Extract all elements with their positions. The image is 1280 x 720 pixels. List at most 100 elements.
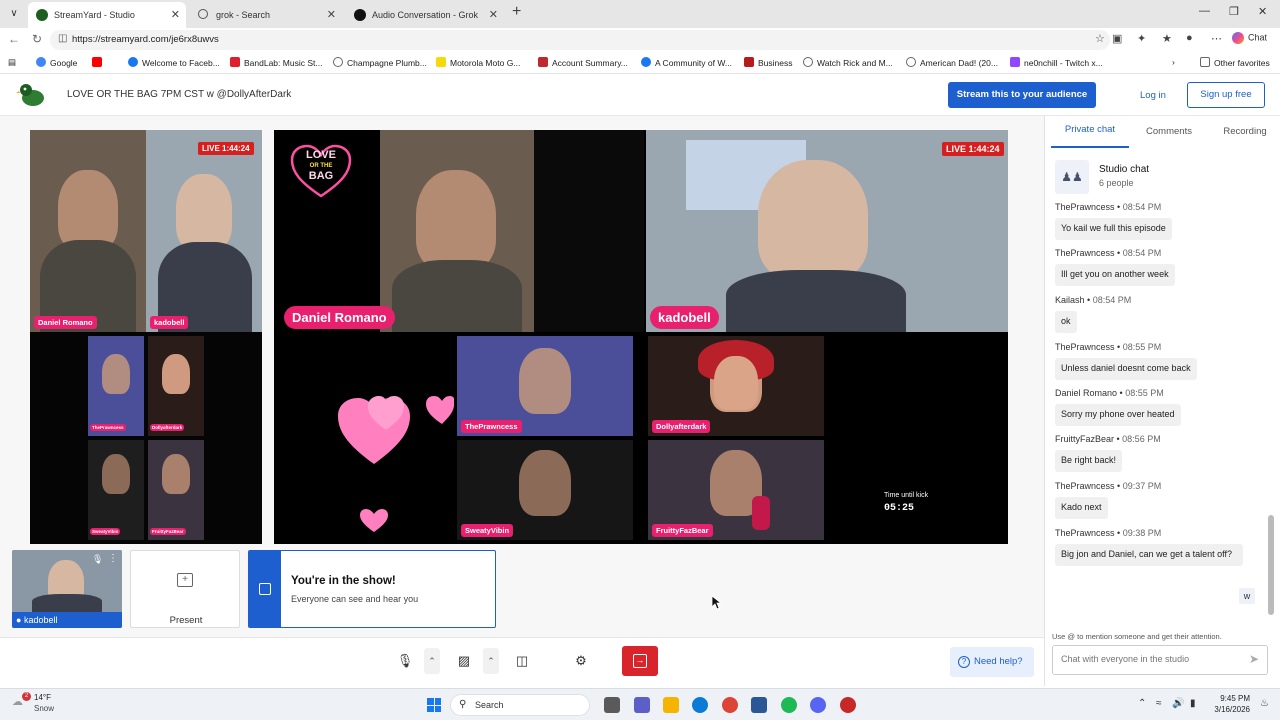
fav-youtube[interactable] [92,57,106,68]
close-tab-icon[interactable]: ✕ [171,2,180,28]
close-tab-icon[interactable]: ✕ [327,2,336,28]
leave-studio-button[interactable]: → [622,646,658,676]
taskbar-clock[interactable]: 9:45 PM 3/16/2026 [1210,694,1250,716]
self-camera-tile[interactable]: 🎙 ⋮ ● kadobell [12,550,122,628]
people-group-icon: ♟♟ [1055,160,1089,194]
fav-google[interactable]: Google [36,57,77,68]
in-show-subtitle: Everyone can see and hear you [291,594,419,604]
tab-grok-search[interactable]: grok - Search ✕ [190,2,342,28]
signup-button[interactable]: Sign up free [1187,82,1265,108]
self-name-label: kadobell [23,615,58,625]
tab-actions-menu-icon[interactable]: ∨ [4,5,24,23]
favorite-star-icon[interactable]: ☆ [1095,32,1105,45]
discord-icon[interactable] [810,697,826,713]
fav-motorola[interactable]: Motorola Moto G... [436,57,520,68]
fav-bandlab[interactable]: BandLab: Music St... [230,57,322,68]
folder-icon [1200,57,1210,67]
self-options-icon[interactable]: ⋮ [108,553,118,564]
app-icon[interactable] [840,697,856,713]
youtube-icon [92,57,102,67]
teams-icon[interactable] [634,697,650,713]
message-time: 08:55 PM [1122,342,1162,352]
fav-american-dad[interactable]: American Dad! (20... [906,57,998,68]
tab-comments[interactable]: Comments [1139,126,1199,137]
copilot-icon [1232,32,1244,44]
fav-account-summary[interactable]: Account Summary... [538,57,628,68]
chat-scrollbar[interactable] [1268,205,1274,620]
tray-overflow-chevron-icon[interactable]: ⌃ [1138,698,1146,709]
mic-options-chevron-icon[interactable]: ⌃ [424,648,440,674]
business-icon [744,57,754,67]
self-mic-icon[interactable]: 🎙 [92,554,103,565]
favorites-overflow-icon[interactable]: › [1172,57,1175,67]
chat-message: ThePrawncess • 08:54 PM Yo kail we full … [1055,202,1255,240]
fav-label: Champagne Plumb... [347,58,427,68]
camera-icon[interactable]: ▨ [451,648,477,674]
more-options-icon[interactable]: ⋯ [1211,32,1222,45]
send-icon[interactable]: ➤ [1249,652,1259,666]
login-link[interactable]: Log in [1140,90,1166,101]
store-icon[interactable] [751,697,767,713]
fav-label: Motorola Moto G... [450,58,521,68]
streamyard-logo-icon[interactable] [16,82,46,108]
fav-business[interactable]: Business [744,57,793,68]
tab-private-chat[interactable]: Private chat [1051,124,1129,137]
extensions-icon[interactable]: ✦ [1137,32,1146,45]
need-help-button[interactable]: ? Need help? [950,647,1034,677]
twitch-icon [1010,57,1020,67]
file-explorer-icon[interactable] [663,697,679,713]
settings-gear-icon[interactable]: ⚙ [568,648,594,674]
share-screen-icon[interactable]: ◫ [509,648,535,674]
favorites-bar: ▤ Google Welcome to Faceb... BandLab: Mu… [0,52,1280,74]
fav-champagne[interactable]: Champagne Plumb... [333,57,427,68]
prawn-video-main: ThePrawncess [457,336,633,436]
favorites-icon[interactable]: ★ [1162,32,1172,45]
close-window-icon[interactable]: ✕ [1258,5,1267,18]
present-button[interactable]: + Present [130,550,240,628]
other-favorites[interactable]: Other favorites [1200,57,1270,68]
motorola-icon [436,57,446,67]
chat-input-box[interactable]: ➤ [1052,645,1268,675]
fav-label: Business [758,58,793,68]
copilot-chat-button[interactable]: Chat [1232,32,1267,44]
video-gap [534,130,644,332]
chat-input[interactable] [1061,654,1241,664]
fav-community[interactable]: A Community of W... [641,57,732,68]
task-view-icon[interactable] [604,697,620,713]
message-text: ok [1055,311,1077,333]
name-tag-prawn-main: ThePrawncess [461,420,522,433]
spotify-icon[interactable] [781,697,797,713]
tab-grok-audio[interactable]: Audio Conversation - Grok ✕ [346,2,504,28]
tab-streamyard[interactable]: StreamYard - Studio ✕ [28,2,186,28]
chat-label: Chat [1248,32,1268,43]
chrome-icon[interactable] [722,697,738,713]
site-info-icon[interactable]: ◫ [58,33,67,44]
profile-icon[interactable]: ● [1186,32,1193,44]
stream-to-audience-button[interactable]: Stream this to your audience [948,82,1096,108]
back-icon[interactable]: ← [8,32,20,46]
fruitty-video-small: FruittyFazBear [148,440,204,540]
new-tab-icon[interactable]: + [512,3,521,21]
wifi-icon[interactable]: ≈ [1156,698,1162,709]
notifications-bell-icon[interactable]: ♨ [1260,698,1269,709]
microphone-icon[interactable]: 🎙 [392,648,418,674]
minimize-icon[interactable]: — [1199,5,1210,17]
battery-icon[interactable]: ▮ [1190,698,1196,709]
favorites-menu-icon[interactable]: ▤ [8,57,16,68]
edge-icon[interactable] [692,697,708,713]
fav-facebook[interactable]: Welcome to Faceb... [128,57,220,68]
message-text: Yo kail we full this episode [1055,218,1172,240]
windows-start-icon[interactable] [427,698,441,712]
fav-twitch[interactable]: ne0nchill - Twitch x... [1010,57,1103,68]
restore-icon[interactable]: ❐ [1229,5,1239,18]
camera-options-chevron-icon[interactable]: ⌃ [483,648,499,674]
tab-recording[interactable]: Recording [1215,126,1275,137]
fav-rick-morty[interactable]: Watch Rick and M... [803,57,893,68]
reading-view-icon[interactable]: ▣ [1112,32,1122,45]
close-tab-icon[interactable]: ✕ [489,2,498,28]
url-field[interactable]: ◫ https://streamyard.com/je6rx8uwvs [50,30,1110,50]
taskbar-search[interactable]: ⚲ Search [450,694,590,716]
volume-icon[interactable]: 🔊 [1172,698,1184,709]
refresh-icon[interactable]: ↻ [32,32,42,46]
scrollbar-thumb[interactable] [1268,515,1274,615]
